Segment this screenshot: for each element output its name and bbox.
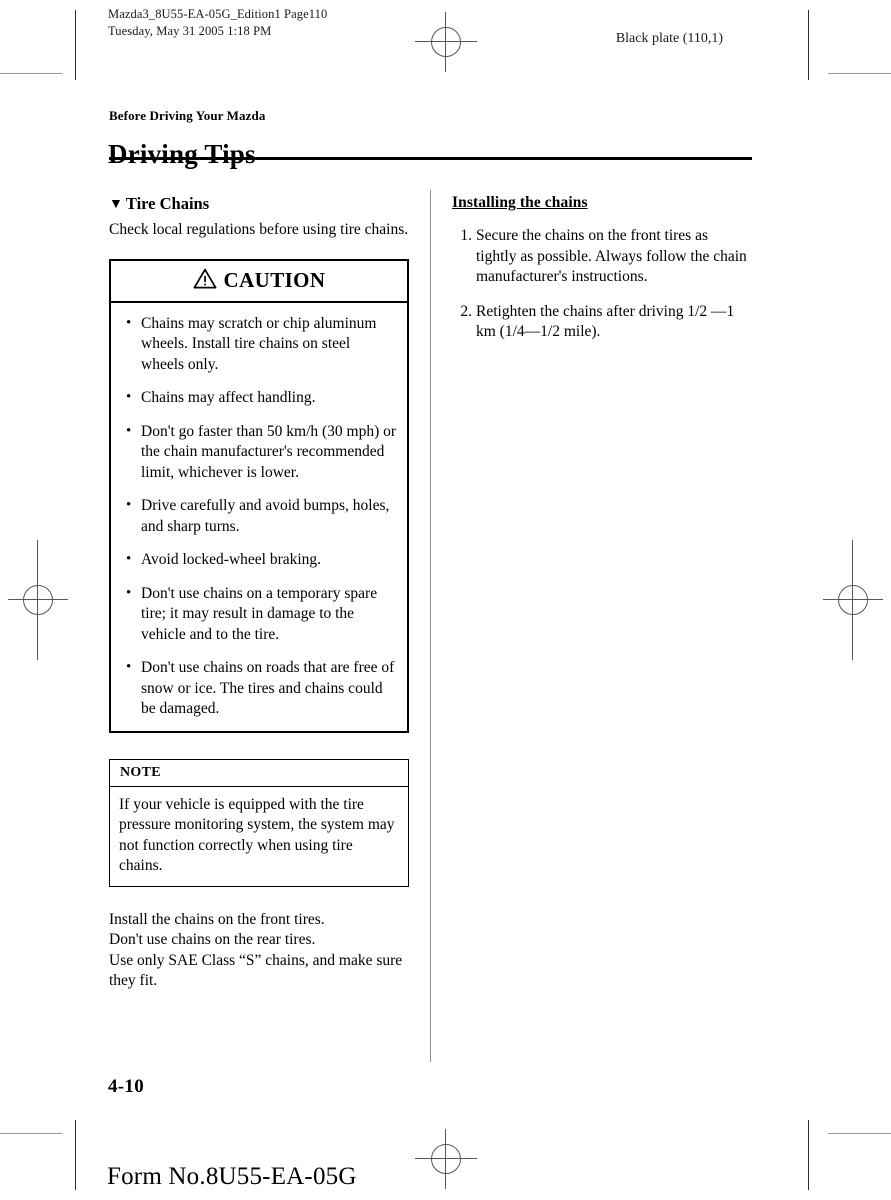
installation-steps-list: 1. Secure the chains on the front tires … [452,226,752,343]
topic-heading-label: Tire Chains [125,194,210,213]
intro-paragraph: Check local regulations before using tir… [109,221,409,238]
caution-label: CAUTION [223,267,326,292]
step-text: Retighten the chains after driving 1/2 —… [476,302,735,341]
black-plate-label: Black plate (110,1) [615,31,723,46]
registration-mark-top [415,12,477,72]
crop-mark-top-left-horizontal [0,73,62,74]
document-header-line-1: Mazda3_8U55-EA-05G_Edition1 Page110 [108,7,328,21]
list-item: 1. Secure the chains on the front tires … [452,226,752,288]
caution-body: Chains may scratch or chip aluminum whee… [111,303,407,731]
closing-paragraph: Install the chains on the front tires. D… [109,910,409,992]
step-number: 2. [460,302,472,320]
page-title: Driving Tips [108,139,256,170]
caution-box: CAUTION Chains may scratch or chip alumi… [109,258,409,733]
chapter-eyebrow: Before Driving Your Mazda [109,108,266,123]
list-item: Avoid locked-wheel braking. [119,549,397,571]
registration-mark-left [8,540,68,660]
triangle-down-icon: ▼ [109,197,123,212]
list-item: Don't use chains on a temporary spare ti… [119,583,397,646]
crop-mark-top-left-vertical [75,10,76,80]
note-text: If your vehicle is equipped with the tir… [119,795,395,875]
closing-line-1: Install the chains on the front tires. [109,910,325,928]
warning-triangle-icon [193,268,217,295]
list-item: Chains may affect handling. [119,387,397,409]
column-divider [430,190,431,1062]
form-number: Form No.8U55-EA-05G [107,1163,357,1190]
caution-list: Chains may scratch or chip aluminum whee… [119,313,397,720]
list-item: Chains may scratch or chip aluminum whee… [119,313,397,376]
step-text: Secure the chains on the front tires as … [476,227,747,285]
crop-mark-bottom-right-vertical [808,1120,809,1190]
right-column: Installing the chains 1. Secure the chai… [452,194,752,357]
subheading-installing-the-chains: Installing the chains [452,194,588,211]
registration-mark-right [823,540,883,660]
title-divider [109,157,752,160]
list-item: Drive carefully and avoid bumps, holes, … [119,495,397,537]
page-number: 4-10 [108,1076,145,1097]
closing-line-3: Use only SAE Class “S” chains, and make … [109,951,403,990]
note-label: NOTE [110,760,408,787]
registration-mark-bottom [415,1129,477,1189]
list-item: Don't use chains on roads that are free … [119,657,397,720]
crop-mark-bottom-left-horizontal [0,1133,62,1134]
step-number: 1. [460,227,472,244]
topic-heading-tire-chains: ▼ Tire Chains [109,194,409,214]
document-header: Mazda3_8U55-EA-05G_Edition1 Page110 Tues… [108,6,327,40]
list-item: 2. Retighten the chains after driving 1/… [452,302,752,343]
crop-mark-bottom-left-vertical [75,1120,76,1190]
left-column: ▼ Tire Chains Check local regulations be… [109,194,409,992]
crop-mark-top-right-vertical [808,10,809,80]
document-header-line-2: Tuesday, May 31 2005 1:18 PM [108,24,272,38]
crop-mark-bottom-right-horizontal [828,1133,891,1134]
crop-mark-top-right-horizontal [828,73,891,74]
closing-line-2: Don't use chains on the rear tires. [109,931,316,948]
note-box: NOTE If your vehicle is equipped with th… [109,758,409,887]
list-item: Don't go faster than 50 km/h (30 mph) or… [119,421,397,484]
caution-header: CAUTION [111,261,407,303]
